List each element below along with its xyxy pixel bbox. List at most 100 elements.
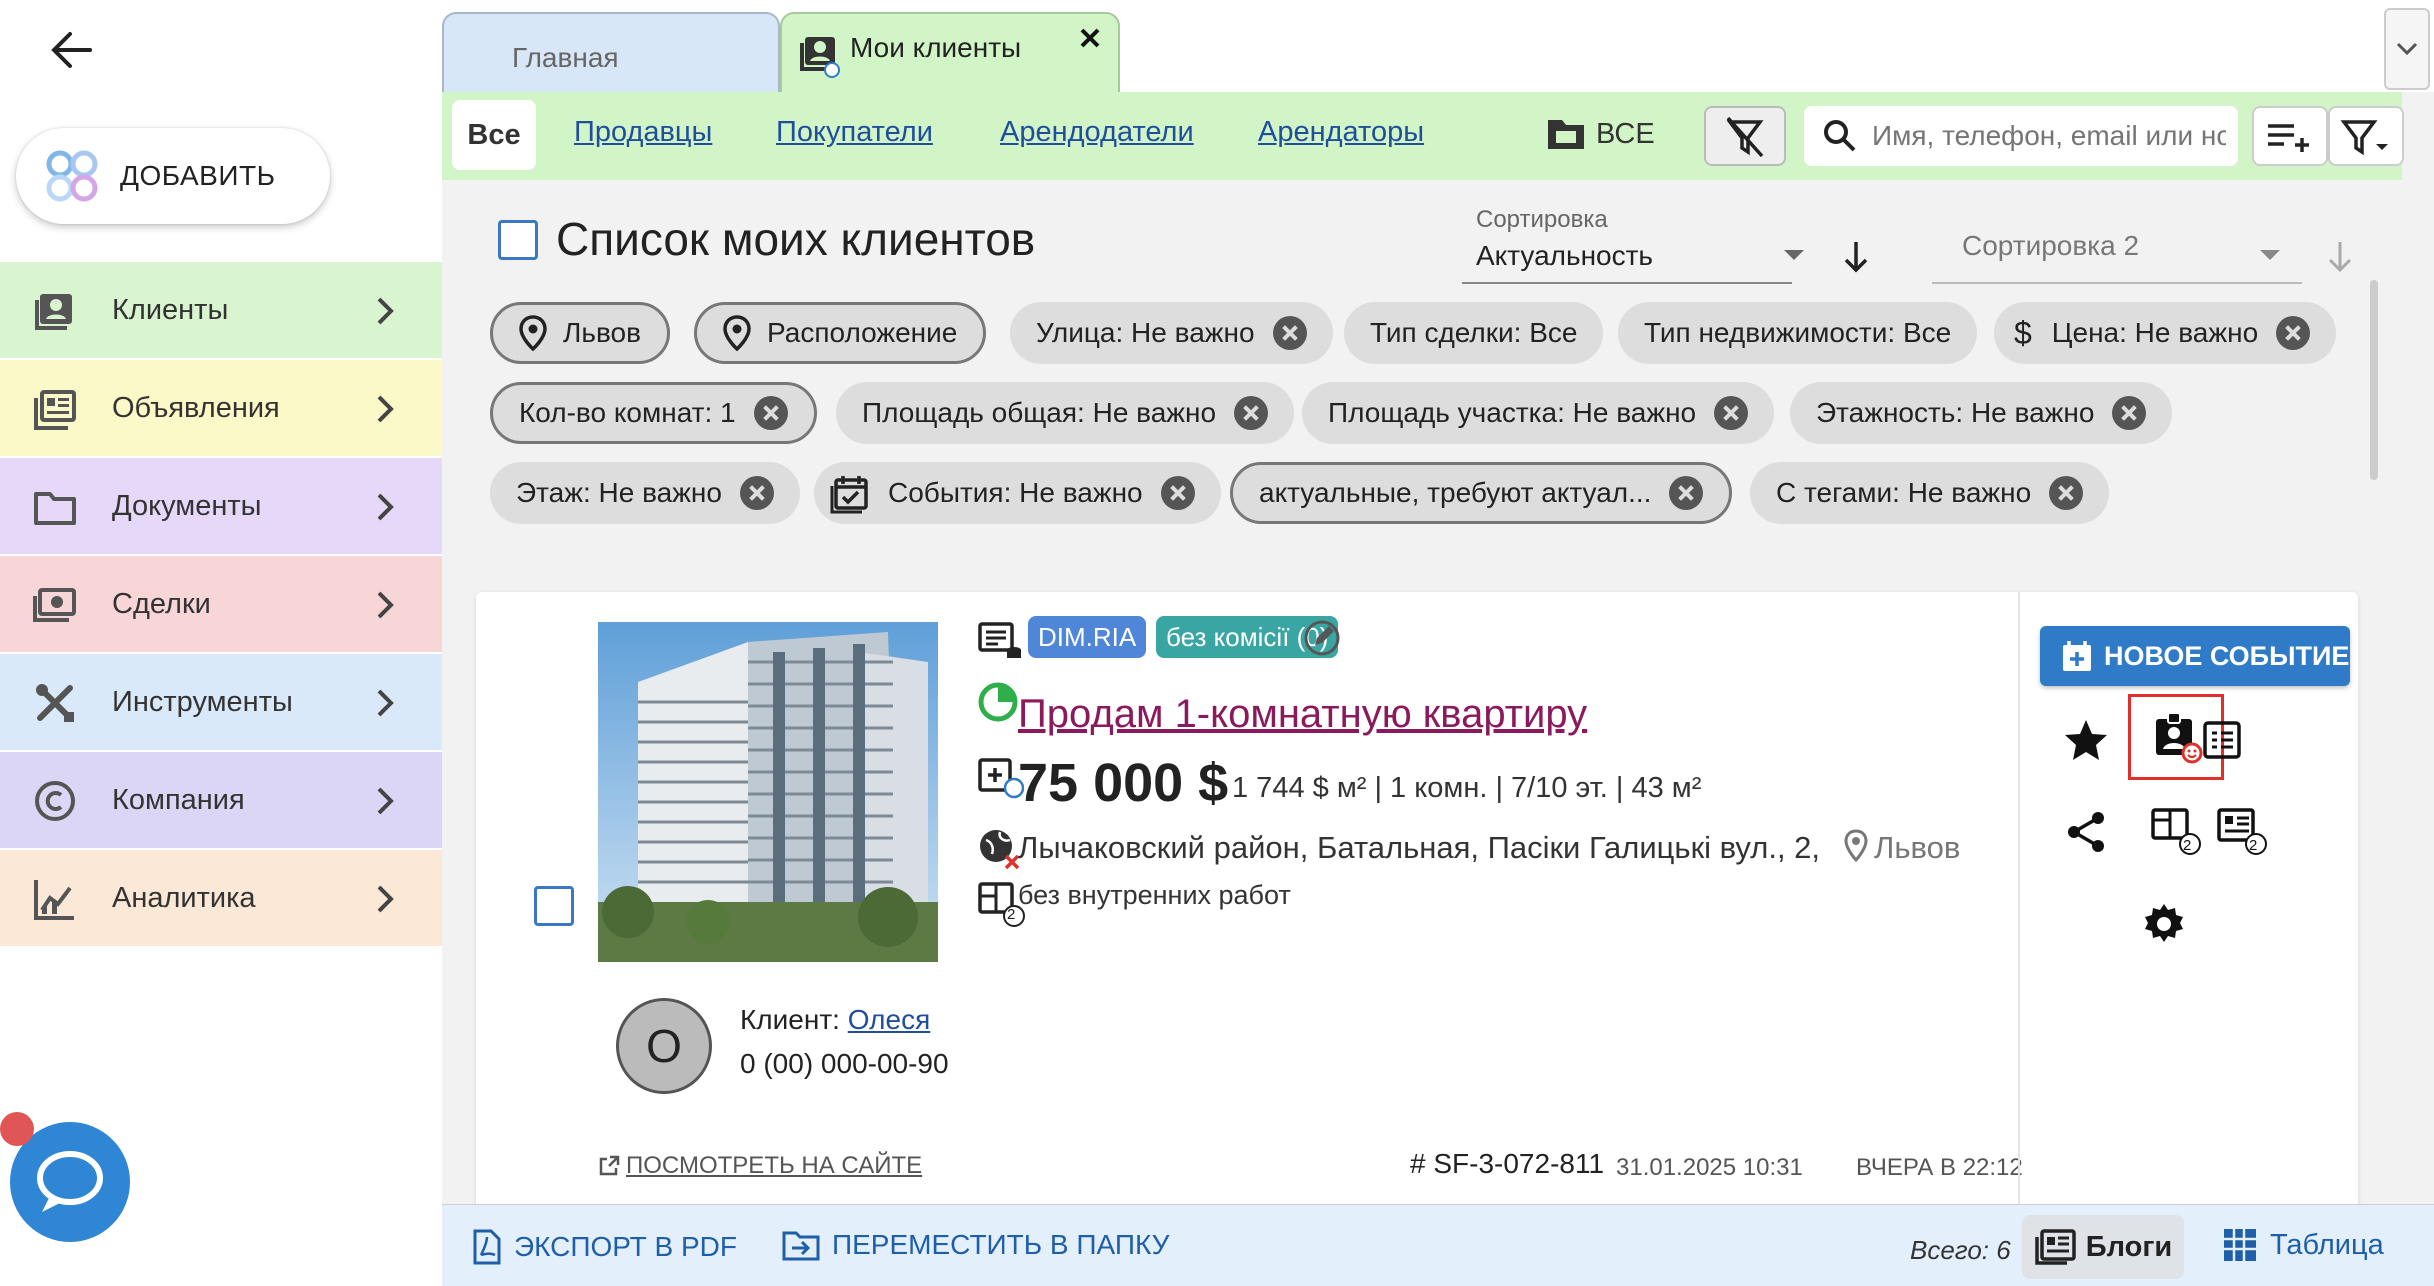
- export-pdf-button[interactable]: ЭКСПОРТ В PDF: [472, 1229, 737, 1265]
- filter-chip-city[interactable]: Львов: [490, 302, 670, 364]
- tabs-dropdown-button[interactable]: [2384, 8, 2430, 90]
- filter-chip-deal-type[interactable]: Тип сделки: Все: [1344, 302, 1604, 364]
- details-button[interactable]: [2192, 710, 2252, 770]
- chip-remove-icon[interactable]: [2049, 476, 2084, 510]
- building-photo-icon: [598, 622, 938, 962]
- tab-my-clients-label: Мои клиенты: [850, 32, 1022, 63]
- new-event-button[interactable]: НОВОЕ СОБЫТИЕ: [2040, 626, 2350, 686]
- settings-button[interactable]: [2134, 894, 2194, 954]
- chip-remove-icon[interactable]: [1160, 476, 1195, 510]
- filter-chip-events[interactable]: События: Не важно: [814, 462, 1221, 524]
- chip-remove-icon[interactable]: [2112, 396, 2147, 430]
- sidebar-item-label: Инструменты: [112, 685, 293, 718]
- external-link-icon: [599, 1155, 620, 1176]
- page-title: Список моих клиентов: [556, 213, 1036, 265]
- sidebar-item-analytics[interactable]: Аналитика: [0, 850, 442, 946]
- filter-tab-landlords[interactable]: Арендодатели: [1000, 116, 1194, 149]
- close-icon[interactable]: [1076, 24, 1104, 52]
- folder-selector[interactable]: ВСЕ: [1546, 116, 1655, 152]
- selection-count-icon: [2217, 808, 2267, 855]
- chevron-down-icon[interactable]: [2258, 248, 2282, 264]
- filter-chip-total-area[interactable]: Площадь общая: Не важно: [836, 382, 1295, 444]
- sort1-select[interactable]: Актуальность: [1476, 240, 1653, 272]
- filter-tab-tenants[interactable]: Арендаторы: [1258, 116, 1424, 149]
- card-divider: [2018, 592, 2020, 1212]
- scrollbar[interactable]: [2370, 280, 2378, 480]
- sort-direction-icon[interactable]: [2324, 238, 2356, 276]
- chip-remove-icon[interactable]: [1272, 316, 1307, 350]
- favorite-button[interactable]: [2056, 710, 2116, 770]
- back-arrow-icon[interactable]: [44, 22, 100, 78]
- filter-chip-price[interactable]: $ Цена: Не важно: [1994, 302, 2337, 364]
- sidebar-item-deals[interactable]: Сделки: [0, 556, 442, 652]
- selections-button[interactable]: 2: [2212, 802, 2272, 862]
- view-table-button[interactable]: Таблица: [2222, 1227, 2384, 1263]
- filter-tab-all[interactable]: Все: [452, 100, 536, 170]
- listing-checkbox[interactable]: [534, 886, 574, 926]
- edit-pencil-icon[interactable]: [1302, 618, 1342, 658]
- filter-chip-floor[interactable]: Этаж: Не важно: [490, 462, 800, 524]
- chip-remove-icon[interactable]: [2276, 316, 2311, 350]
- source-badge: DIM.RIA: [1028, 616, 1147, 658]
- chip-label: Площадь участка: Не важно: [1328, 397, 1697, 428]
- clear-filters-button[interactable]: [1704, 106, 1786, 166]
- chip-remove-icon[interactable]: [1669, 476, 1704, 510]
- chip-label: актуальные, требуют актуал...: [1259, 477, 1652, 508]
- compare-button[interactable]: 2: [2146, 802, 2206, 862]
- client-name-link[interactable]: Олеся: [848, 1004, 931, 1035]
- sidebar-item-label: Компания: [112, 783, 245, 816]
- filter-chip-land-area[interactable]: Площадь участка: Не важно: [1302, 382, 1775, 444]
- filter-chip-floors[interactable]: Этажность: Не важно: [1790, 382, 2173, 444]
- client-info: Клиент: Олеся: [740, 1004, 930, 1036]
- filter-tab-buyers[interactable]: Покупатели: [776, 116, 933, 149]
- chevron-right-icon: [377, 689, 394, 717]
- chevron-right-icon: [377, 787, 394, 815]
- search-field[interactable]: [1804, 106, 2238, 166]
- tab-home[interactable]: Главная: [442, 12, 780, 94]
- filter-chip-street[interactable]: Улица: Не важно: [1010, 302, 1333, 364]
- sidebar-item-label: Сделки: [112, 587, 211, 620]
- chip-remove-icon[interactable]: [1234, 396, 1269, 430]
- chip-label: Площадь общая: Не важно: [862, 397, 1217, 428]
- listing-address: Лычаковский район, Батальная, Пасіки Гал…: [1018, 830, 1821, 865]
- view-blogs-button[interactable]: Блоги: [2022, 1215, 2184, 1279]
- filter-menu-button[interactable]: [2328, 106, 2404, 166]
- share-button[interactable]: [2056, 802, 2116, 862]
- sidebar-item-company[interactable]: Компания: [0, 752, 442, 848]
- sort2-select[interactable]: Сортировка 2: [1962, 230, 2139, 262]
- chip-label: Цена: Не важно: [2051, 317, 2259, 348]
- filter-tab-sellers[interactable]: Продавцы: [574, 116, 712, 149]
- filter-chip-rooms[interactable]: Кол-во комнат: 1: [490, 382, 817, 444]
- listing-title-link[interactable]: Продам 1-комнатную квартиру: [1018, 692, 1587, 737]
- chip-remove-icon[interactable]: [1714, 396, 1749, 430]
- sidebar-item-tools[interactable]: Инструменты: [0, 654, 442, 750]
- sidebar-item-listings[interactable]: Объявления: [0, 360, 442, 456]
- listing-created-date: 31.01.2025 10:31: [1616, 1154, 1803, 1181]
- compare-count-icon: [2151, 808, 2201, 855]
- filter-chip-location[interactable]: Расположение: [694, 302, 987, 364]
- chevron-down-icon[interactable]: [1782, 248, 1806, 264]
- client-card-icon: [35, 294, 72, 330]
- folder-icon: [34, 492, 76, 525]
- filter-chip-tags[interactable]: С тегами: Не важно: [1750, 462, 2110, 524]
- add-filter-button[interactable]: [2252, 106, 2328, 166]
- listing-photo[interactable]: [598, 622, 938, 962]
- location-pin-icon: [1844, 829, 1868, 863]
- select-all-checkbox[interactable]: [498, 220, 538, 260]
- sort-direction-icon[interactable]: [1840, 238, 1872, 276]
- tab-my-clients[interactable]: Мои клиенты: [780, 12, 1120, 94]
- filter-chip-property-type[interactable]: Тип недвижимости: Все: [1618, 302, 1978, 364]
- chevron-right-icon: [377, 493, 394, 521]
- search-input[interactable]: [1872, 116, 2226, 156]
- filter-chip-actuality[interactable]: актуальные, требуют актуал...: [1230, 462, 1733, 524]
- chip-label: С тегами: Не важно: [1776, 477, 2032, 508]
- view-on-site-link[interactable]: ПОСМОТРЕТЬ НА САЙТЕ: [598, 1152, 922, 1180]
- chip-remove-icon[interactable]: [753, 396, 788, 430]
- move-to-folder-button[interactable]: ПЕРЕМЕСТИТЬ В ПАПКУ: [782, 1229, 1169, 1261]
- avatar[interactable]: О: [616, 998, 712, 1094]
- add-button[interactable]: ДОБАВИТЬ: [16, 128, 330, 224]
- sidebar-item-documents[interactable]: Документы: [0, 458, 442, 554]
- sidebar-item-clients[interactable]: Клиенты: [0, 262, 442, 358]
- chevron-right-icon: [377, 591, 394, 619]
- chip-remove-icon[interactable]: [739, 476, 774, 510]
